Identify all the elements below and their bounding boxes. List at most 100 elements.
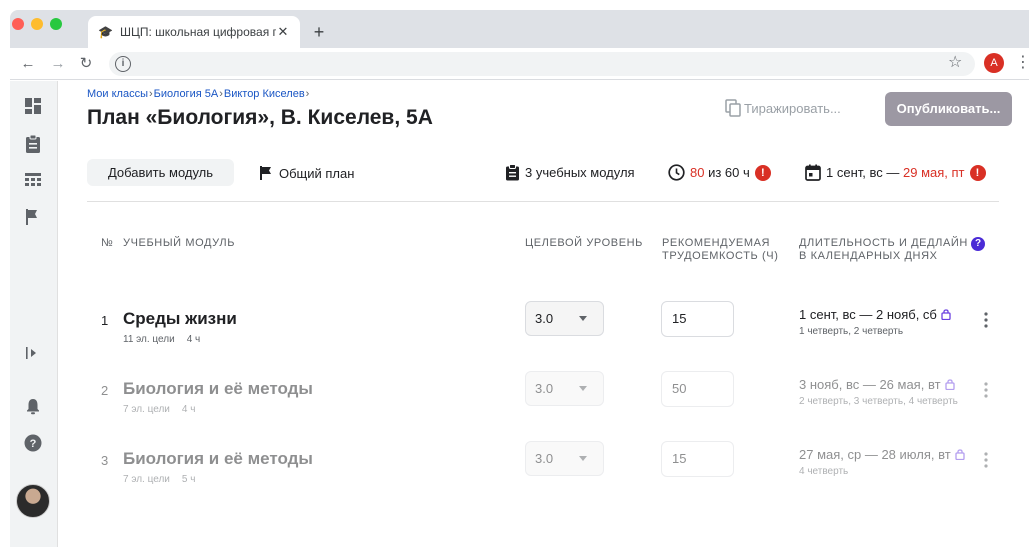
level-select[interactable]: 3.0: [525, 441, 604, 476]
flag-icon: [260, 166, 271, 180]
close-window-icon[interactable]: [12, 18, 24, 30]
dates-stat: 1 сент, вс — 29 мая, пт !: [805, 164, 986, 181]
browser-tab[interactable]: 🎓 ШЦП: школьная цифровая пл… ✕: [88, 16, 300, 48]
clipboard-icon[interactable]: [24, 134, 44, 154]
new-tab-icon[interactable]: +: [309, 22, 329, 42]
help-icon[interactable]: ?: [971, 237, 985, 251]
close-tab-icon[interactable]: ✕: [276, 24, 290, 40]
hours-error-icon[interactable]: !: [754, 164, 771, 181]
browser-tabstrip: 🎓 ШЦП: школьная цифровая пл… ✕ +: [10, 10, 1029, 48]
publish-button[interactable]: Опубликовать...: [885, 92, 1012, 126]
quarters: 2 четверть, 3 четверть, 4 четверть: [799, 396, 958, 407]
more-options-icon[interactable]: [982, 381, 990, 399]
level-select[interactable]: 3.0: [525, 301, 604, 336]
hours-total: из 60 ч: [708, 165, 750, 180]
copy-icon: [725, 99, 741, 117]
level-value: 3.0: [535, 451, 554, 466]
overall-plan-label: Общий план: [279, 165, 355, 181]
lock-icon[interactable]: [941, 308, 951, 320]
col-header-num: №: [101, 237, 114, 249]
duration-range: 1 сент, вс — 2 нояб, сб: [799, 307, 937, 322]
dashboard-icon[interactable]: [24, 97, 44, 117]
breadcrumb-separator: ›: [148, 88, 153, 100]
breadcrumb-my-classes[interactable]: Мои классы: [87, 88, 148, 100]
minimize-window-icon[interactable]: [31, 18, 43, 30]
modules-count-stat: 3 учебных модуля: [505, 164, 635, 181]
help-circle-icon[interactable]: ?: [24, 434, 44, 454]
chevron-down-icon: [579, 316, 587, 321]
profile-avatar[interactable]: A: [984, 53, 1004, 73]
module-hours: 5 ч: [181, 474, 196, 485]
main-content: Мои классы›Биология 5А›Виктор Киселев› П…: [58, 81, 1029, 547]
divider: [87, 201, 999, 202]
module-name[interactable]: Биология и её методы: [123, 449, 313, 469]
module-meta: 11 эл. цели 4 ч: [123, 334, 200, 345]
duration-range: 3 нояб, вс — 26 мая, вт: [799, 377, 941, 392]
module-name[interactable]: Среды жизни: [123, 309, 237, 329]
module-goals: 7 эл. цели: [123, 474, 170, 485]
svg-text:?: ?: [30, 438, 37, 450]
col-header-hours: Рекомендуемая трудоемкость (ч): [662, 237, 779, 262]
back-arrow-icon[interactable]: ←: [18, 54, 38, 74]
table-row: 1 Среды жизни 11 эл. цели 4 ч 3.0 15 1 се…: [58, 301, 1029, 367]
user-avatar[interactable]: [16, 484, 50, 518]
graduate-icon: 🎓: [98, 25, 113, 39]
chevron-down-icon: [579, 456, 587, 461]
duration-dates: 27 мая, ср — 28 июля, вт: [799, 447, 965, 462]
duration-dates: 3 нояб, вс — 26 мая, вт: [799, 377, 955, 392]
duration-range: 27 мая, ср — 28 июля, вт: [799, 447, 951, 462]
expand-sidebar-icon[interactable]: [24, 345, 44, 365]
breadcrumb-class[interactable]: Биология 5А: [154, 88, 219, 100]
table-row: 2 Биология и её методы 7 эл. цели 4 ч 3.0…: [58, 371, 1029, 437]
duplicate-button[interactable]: Тиражировать...: [725, 99, 841, 117]
add-module-button[interactable]: Добавить модуль: [87, 159, 234, 186]
chevron-down-icon: [579, 386, 587, 391]
lock-icon[interactable]: [955, 448, 965, 460]
clock-icon: [668, 164, 685, 181]
overall-plan-link[interactable]: Общий план: [259, 165, 354, 181]
module-meta: 7 эл. цели 4 ч: [123, 404, 195, 415]
site-info-icon[interactable]: i: [115, 56, 131, 72]
flag-icon[interactable]: [24, 208, 44, 228]
page-title: План «Биология», В. Киселев, 5А: [87, 106, 433, 129]
level-select[interactable]: 3.0: [525, 371, 604, 406]
col-header-level: Целевой уровень: [525, 237, 643, 249]
hours-stat: 80 из 60 ч !: [668, 164, 771, 181]
dates-end: 29 мая, пт: [903, 165, 965, 180]
hours-input[interactable]: 15: [661, 301, 734, 337]
maximize-window-icon[interactable]: [50, 18, 62, 30]
hours-input[interactable]: 50: [661, 371, 734, 407]
module-hours: 4 ч: [181, 404, 196, 415]
col-header-module: Учебный модуль: [123, 237, 236, 249]
calendar-icon: [805, 164, 821, 181]
browser-menu-icon[interactable]: ⋮: [1015, 52, 1029, 72]
duplicate-label: Тиражировать...: [744, 100, 841, 116]
quarters: 4 четверть: [799, 466, 849, 477]
lock-icon[interactable]: [944, 378, 955, 390]
bookmark-star-icon[interactable]: ☆: [948, 52, 962, 72]
tab-title: ШЦП: школьная цифровая пл…: [120, 25, 276, 39]
hours-input[interactable]: 15: [661, 441, 734, 477]
breadcrumb-separator: ›: [219, 88, 223, 100]
hours-used: 80: [690, 165, 705, 180]
address-bar[interactable]: i: [109, 52, 975, 76]
dates-error-icon[interactable]: !: [969, 164, 986, 181]
app-sidebar: ?: [10, 81, 58, 547]
breadcrumb-separator: ›: [305, 88, 310, 100]
breadcrumb-student[interactable]: Виктор Киселев: [224, 88, 305, 100]
row-number: 2: [101, 383, 109, 398]
module-meta: 7 эл. цели 5 ч: [123, 474, 195, 485]
notifications-bell-icon[interactable]: [24, 397, 44, 417]
reload-icon[interactable]: ↻: [76, 54, 96, 74]
forward-arrow-icon[interactable]: →: [48, 54, 68, 74]
row-number: 3: [101, 453, 109, 468]
level-value: 3.0: [535, 381, 554, 396]
module-name[interactable]: Биология и её методы: [123, 379, 313, 399]
col-header-duration: Длительность и дедлайн в календарных дня…: [799, 237, 968, 262]
module-hours: 4 ч: [186, 334, 201, 345]
more-options-icon[interactable]: [982, 311, 990, 329]
calendar-grid-icon[interactable]: [24, 172, 44, 192]
duration-dates: 1 сент, вс — 2 нояб, сб: [799, 307, 951, 322]
breadcrumb: Мои классы›Биология 5А›Виктор Киселев›: [87, 88, 310, 100]
more-options-icon[interactable]: [982, 451, 990, 469]
